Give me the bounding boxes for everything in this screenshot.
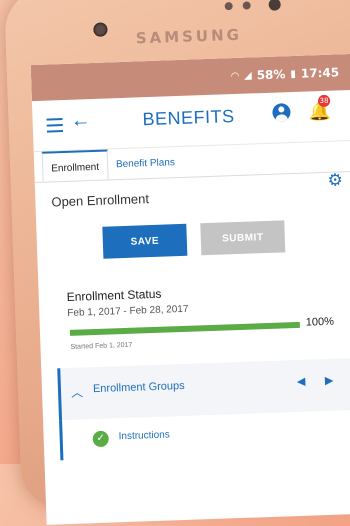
check-circle-icon: ✓ xyxy=(92,430,109,448)
next-arrow-icon[interactable]: ▶ xyxy=(325,374,334,387)
gear-icon[interactable]: ⚙ xyxy=(327,170,343,191)
hamburger-menu-icon[interactable] xyxy=(46,118,64,137)
wifi-icon: ◠ xyxy=(231,70,240,82)
battery-icon: ▮ xyxy=(290,68,297,80)
tab-enrollment[interactable]: Enrollment xyxy=(41,149,109,182)
enrollment-status-title: Enrollment Status xyxy=(66,286,162,304)
clock: 17:45 xyxy=(300,65,340,81)
enrollment-dates: Feb 1, 2017 - Feb 28, 2017 xyxy=(67,303,189,319)
enrollment-panel: ⚙ Open Enrollment SAVE SUBMIT Enrollment… xyxy=(34,170,350,525)
enrollment-groups-label: Enrollment Groups xyxy=(92,379,185,396)
save-button[interactable]: SAVE xyxy=(102,223,188,259)
signal-icon: ◢ xyxy=(243,69,252,82)
page-title: BENEFITS xyxy=(142,106,235,130)
phone-frame: SAMSUNG ◠ ◢ 58% ▮ 17:45 ← BENEFITS 🔔 38 … xyxy=(4,0,350,525)
chevron-up-icon[interactable]: ︿ xyxy=(71,383,84,400)
progress-bar xyxy=(69,321,300,336)
started-date: Started Feb 1, 2017 xyxy=(70,341,133,351)
submit-button[interactable]: SUBMIT xyxy=(200,220,286,256)
previous-arrow-icon[interactable]: ◀ xyxy=(297,375,306,388)
front-camera-icon xyxy=(93,22,108,37)
tab-benefit-plans[interactable]: Benefit Plans xyxy=(107,147,183,180)
sensor-array xyxy=(224,0,281,12)
progress-percent: 100% xyxy=(305,315,335,329)
battery-percent: 58% xyxy=(256,67,286,83)
section-title: Open Enrollment xyxy=(51,191,150,210)
list-item-label: Instructions xyxy=(118,429,170,443)
device-brand: SAMSUNG xyxy=(135,25,243,48)
progress-fill xyxy=(69,321,300,336)
app-screen: ◠ ◢ 58% ▮ 17:45 ← BENEFITS 🔔 38 Enrollme… xyxy=(30,53,350,525)
back-arrow-icon[interactable]: ← xyxy=(70,109,91,133)
user-avatar-icon[interactable] xyxy=(272,103,291,122)
